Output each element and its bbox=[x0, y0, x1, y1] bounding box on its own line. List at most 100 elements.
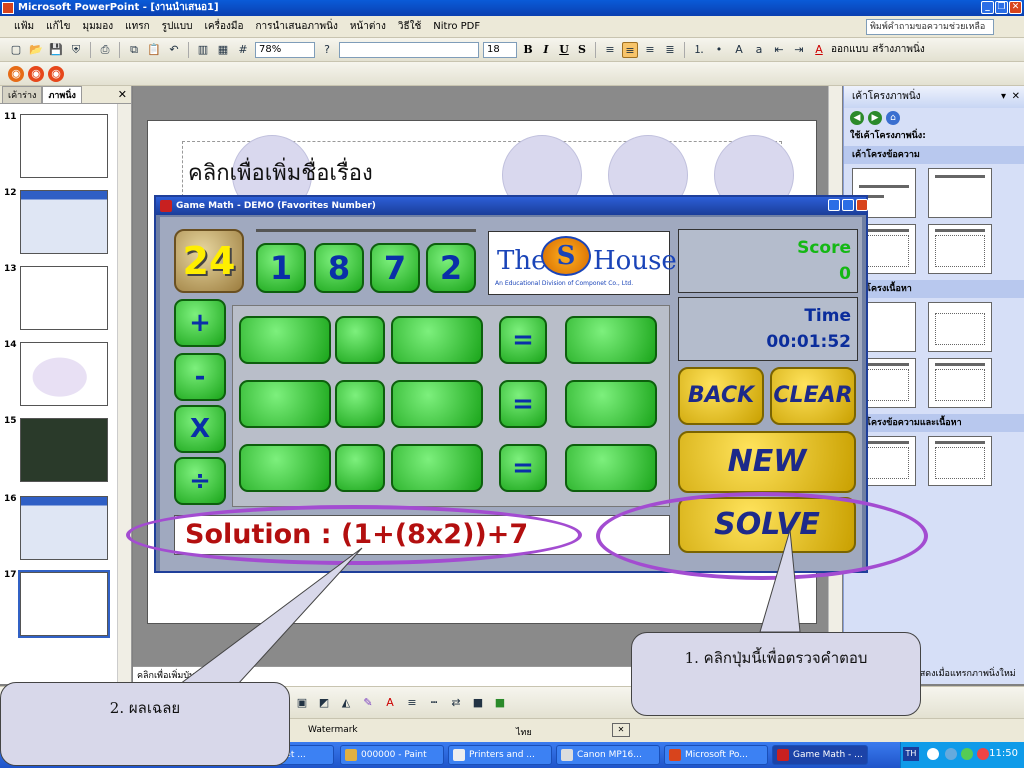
menu-edit[interactable]: แก้ไข bbox=[46, 19, 70, 34]
print-icon[interactable]: ⎙ bbox=[97, 42, 113, 58]
layout-text-content-2[interactable] bbox=[928, 436, 992, 486]
operand-slot[interactable] bbox=[391, 444, 483, 492]
insert-clipart-icon[interactable]: ◩ bbox=[316, 695, 332, 711]
close-icon[interactable]: ✕ bbox=[118, 88, 127, 101]
taskbar-item[interactable]: 000000 - Paint bbox=[340, 745, 444, 765]
divide-button[interactable]: ÷ bbox=[174, 457, 226, 505]
result-slot[interactable] bbox=[565, 380, 657, 428]
plus-button[interactable]: + bbox=[174, 299, 226, 347]
decrease-indent-icon[interactable]: ⇤ bbox=[771, 42, 787, 58]
bold-button[interactable]: B bbox=[521, 43, 535, 56]
close-icon[interactable]: ✕ bbox=[1012, 86, 1020, 108]
operator-slot[interactable] bbox=[335, 444, 385, 492]
taskbar-item[interactable]: Canon MP16... bbox=[556, 745, 660, 765]
minimize-button[interactable] bbox=[828, 199, 840, 211]
grid-icon[interactable]: # bbox=[235, 42, 251, 58]
font-color-icon[interactable]: A bbox=[382, 695, 398, 711]
addin-icon-3[interactable]: ◉ bbox=[48, 65, 64, 82]
save-icon[interactable]: 💾 bbox=[48, 42, 64, 58]
paste-icon[interactable]: 📋 bbox=[146, 42, 162, 58]
open-folder-icon[interactable]: 📂 bbox=[28, 42, 44, 58]
addin-icon-1[interactable]: ◉ bbox=[8, 65, 24, 82]
tab-outline[interactable]: เค้าร่าง bbox=[2, 86, 43, 103]
align-right-icon[interactable]: ≡ bbox=[642, 42, 658, 58]
arrow-style-icon[interactable]: ⇄ bbox=[448, 695, 464, 711]
slide-thumbnail[interactable] bbox=[20, 418, 108, 482]
slide-thumbnail[interactable] bbox=[20, 266, 108, 330]
shadow-style-icon[interactable]: ■ bbox=[470, 695, 486, 711]
minimize-button[interactable]: _ bbox=[981, 1, 994, 14]
new-file-icon[interactable]: ▢ bbox=[8, 42, 24, 58]
security-tray-icon[interactable] bbox=[961, 748, 973, 760]
slides-scrollbar[interactable] bbox=[117, 104, 131, 684]
layout-title-only[interactable] bbox=[928, 168, 992, 218]
font-name-select[interactable] bbox=[339, 41, 479, 58]
fill-color-icon[interactable]: ◭ bbox=[338, 695, 354, 711]
align-center-icon[interactable]: ≡ bbox=[622, 41, 638, 58]
back-icon[interactable]: ◀ bbox=[850, 111, 864, 125]
chart-icon[interactable]: ▥ bbox=[195, 42, 211, 58]
shadow-button[interactable]: S bbox=[575, 43, 589, 56]
increase-font-icon[interactable]: A bbox=[731, 42, 747, 58]
italic-button[interactable]: I bbox=[539, 43, 553, 56]
3d-style-icon[interactable]: ■ bbox=[492, 695, 508, 711]
number-button[interactable]: 8 bbox=[314, 243, 364, 293]
restore-button[interactable]: ❐ bbox=[995, 1, 1008, 14]
home-icon[interactable]: ⌂ bbox=[886, 111, 900, 125]
taskbar-item[interactable]: Printers and ... bbox=[448, 745, 552, 765]
alert-tray-icon[interactable] bbox=[977, 748, 989, 760]
increase-indent-icon[interactable]: ⇥ bbox=[791, 42, 807, 58]
layout-content-4[interactable] bbox=[928, 358, 992, 408]
number-button[interactable]: 7 bbox=[370, 243, 420, 293]
operand-slot[interactable] bbox=[239, 380, 331, 428]
help-tray-icon[interactable] bbox=[927, 748, 939, 760]
menu-tools[interactable]: เครื่องมือ bbox=[205, 19, 244, 34]
layout-two-column[interactable] bbox=[928, 224, 992, 274]
menu-format[interactable]: รูปแบบ bbox=[162, 19, 193, 34]
slide-thumbnail[interactable] bbox=[20, 190, 108, 254]
line-color-icon[interactable]: ✎ bbox=[360, 695, 376, 711]
new-button[interactable]: NEW bbox=[678, 431, 856, 493]
minus-button[interactable]: - bbox=[174, 353, 226, 401]
decrease-font-icon[interactable]: a bbox=[751, 42, 767, 58]
dash-style-icon[interactable]: ┅ bbox=[426, 695, 442, 711]
operand-slot[interactable] bbox=[239, 316, 331, 364]
menu-file[interactable]: แฟ้ม bbox=[14, 19, 34, 34]
align-left-icon[interactable]: ≡ bbox=[602, 42, 618, 58]
justify-icon[interactable]: ≣ bbox=[662, 42, 678, 58]
bullets-icon[interactable]: • bbox=[711, 42, 727, 58]
multiply-button[interactable]: X bbox=[174, 405, 226, 453]
slide-title-placeholder[interactable]: คลิกเพื่อเพิ่มชื่อเรื่อง bbox=[188, 155, 373, 190]
table-icon[interactable]: ▦ bbox=[215, 42, 231, 58]
menu-help[interactable]: วิธีใช้ bbox=[398, 19, 421, 34]
insert-picture-icon[interactable]: ▣ bbox=[294, 695, 310, 711]
help-icon[interactable]: ? bbox=[319, 42, 335, 58]
back-button[interactable]: BACK bbox=[678, 367, 764, 425]
font-size-select[interactable]: 18 bbox=[483, 41, 517, 58]
slide-thumbnail[interactable] bbox=[20, 342, 108, 406]
number-button[interactable]: 2 bbox=[426, 243, 476, 293]
copy-icon[interactable]: ⧉ bbox=[126, 42, 142, 58]
taskbar-item[interactable]: Microsoft Po... bbox=[664, 745, 768, 765]
undo-icon[interactable]: ↶ bbox=[166, 42, 182, 58]
close-button[interactable]: ✕ bbox=[1009, 1, 1022, 14]
operand-slot[interactable] bbox=[391, 380, 483, 428]
addin-icon-2[interactable]: ◉ bbox=[28, 65, 44, 82]
menu-insert[interactable]: แทรก bbox=[125, 19, 149, 34]
new-slide-button[interactable]: สร้างภาพนิ่ง bbox=[872, 42, 925, 57]
forward-icon[interactable]: ▶ bbox=[868, 111, 882, 125]
operator-slot[interactable] bbox=[335, 380, 385, 428]
permission-icon[interactable]: ⛨ bbox=[68, 42, 84, 58]
chevron-down-icon[interactable]: ▾ bbox=[1001, 86, 1006, 108]
zoom-select[interactable]: 78% bbox=[255, 41, 315, 58]
tab-slides[interactable]: ภาพนิ่ง bbox=[42, 86, 82, 103]
menu-slideshow[interactable]: การนำเสนอภาพนิ่ง bbox=[255, 19, 337, 34]
underline-button[interactable]: U bbox=[557, 43, 571, 56]
operand-slot[interactable] bbox=[239, 444, 331, 492]
result-slot[interactable] bbox=[565, 444, 657, 492]
design-button[interactable]: ออกแบบ bbox=[831, 42, 868, 57]
number-button[interactable]: 1 bbox=[256, 243, 306, 293]
maximize-button[interactable] bbox=[842, 199, 854, 211]
close-button[interactable] bbox=[856, 199, 868, 211]
font-color-icon[interactable]: A bbox=[811, 42, 827, 58]
